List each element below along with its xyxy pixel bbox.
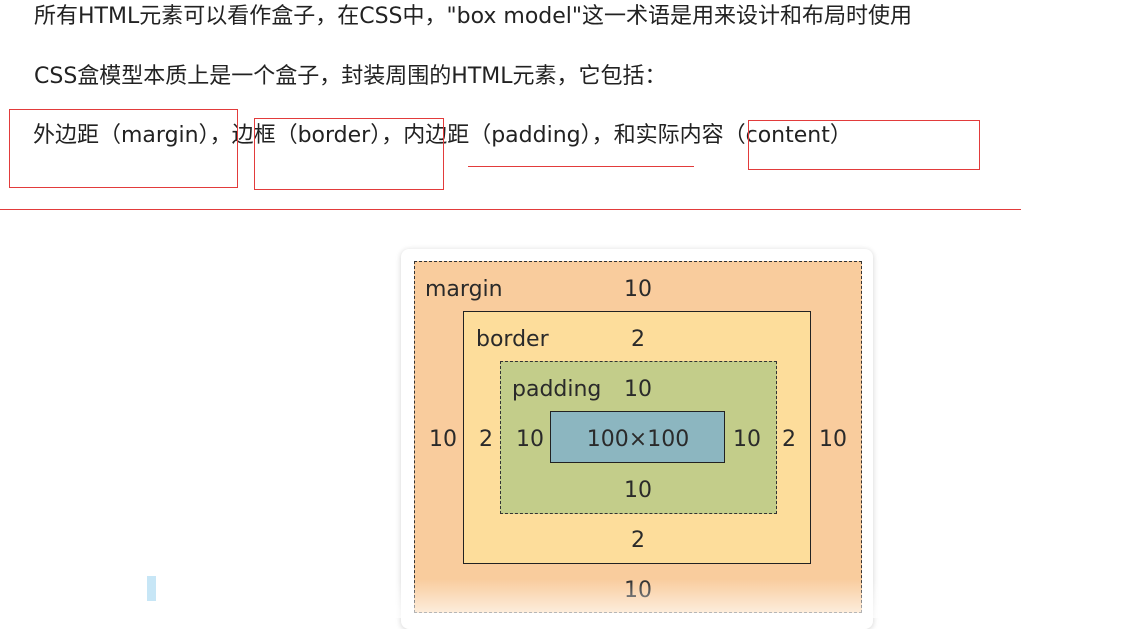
margin-left-value: 10 — [429, 427, 457, 452]
padding-left-value: 10 — [516, 427, 544, 452]
border-bottom-value: 2 — [631, 528, 645, 553]
margin-bottom-value: 10 — [624, 578, 652, 603]
padding-right-value: 10 — [733, 427, 761, 452]
scroll-handle[interactable] — [147, 576, 156, 601]
border-top-value: 2 — [631, 327, 645, 352]
border-annotation-box — [254, 118, 444, 190]
border-left-value: 2 — [479, 427, 493, 452]
padding-annotation-underline — [468, 166, 694, 167]
margin-label: margin — [425, 277, 503, 302]
annotation-divider-line — [0, 209, 1021, 210]
margin-right-value: 10 — [819, 427, 847, 452]
margin-top-value: 10 — [624, 277, 652, 302]
padding-top-value: 10 — [624, 377, 652, 402]
padding-bottom-value: 10 — [624, 478, 652, 503]
content-size-value: 100×100 — [586, 427, 690, 452]
intro-paragraph-line-1: 所有HTML元素可以看作盒子，在CSS中，"box model"这一术语是用来设… — [34, 4, 913, 29]
content-annotation-box — [748, 120, 980, 170]
border-label: border — [476, 327, 549, 352]
border-right-value: 2 — [782, 427, 796, 452]
intro-paragraph-line-2: CSS盒模型本质上是一个盒子，封装周围的HTML元素，它包括： — [34, 64, 667, 89]
padding-label: padding — [512, 377, 602, 402]
margin-annotation-box — [9, 109, 238, 188]
